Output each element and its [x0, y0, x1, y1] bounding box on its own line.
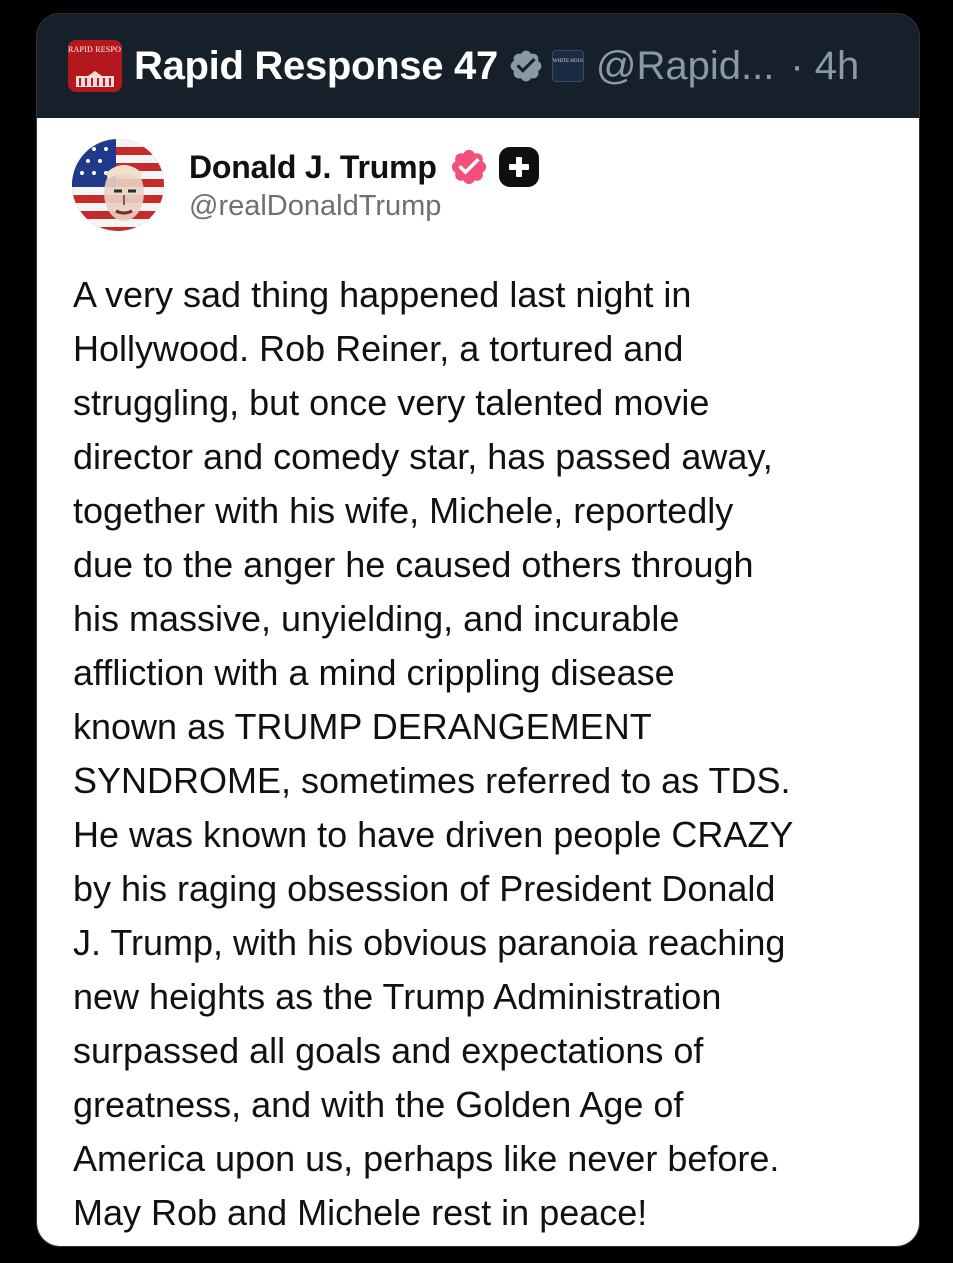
- verified-badge-pink-icon: [449, 147, 489, 187]
- post-text-line: due to the anger he caused others throug…: [73, 544, 754, 585]
- embedded-post-card: Donald J. Trump @realDonaldTrump A very …: [37, 118, 919, 1246]
- post-text-line: SYNDROME, sometimes referred to as TDS.: [73, 760, 791, 801]
- post-text-line: affliction with a mind crippling disease: [73, 652, 675, 693]
- post-timestamp[interactable]: · 4h: [790, 44, 859, 89]
- post-text-line: by his raging obsession of President Don…: [73, 868, 776, 909]
- post-text-line: director and comedy star, has passed awa…: [73, 436, 773, 477]
- logo-text: RAPID RESPONSE: [68, 45, 122, 54]
- affiliate-badge-text: WHITE HOUSE: [552, 59, 584, 64]
- verified-badge-gray-icon: [508, 48, 544, 84]
- post-text-line: known as TRUMP DERANGEMENT: [73, 706, 652, 747]
- post-text-line: his massive, unyielding, and incurable: [73, 598, 680, 639]
- rapid-response-logo-icon[interactable]: RAPID RESPONSE: [68, 40, 122, 92]
- post-body-text: A very sad thing happened last night in …: [73, 268, 903, 1240]
- post-text-line: A very sad thing happened last night in: [73, 274, 692, 315]
- post-frame[interactable]: RAPID RESPONSE Rapid Response 47 WHITE H…: [36, 13, 920, 1247]
- post-text-line: greatness, and with the Golden Age of: [73, 1084, 684, 1125]
- post-text-line: He was known to have driven people CRAZY: [73, 814, 794, 855]
- author-block: Donald J. Trump @realDonaldTrump: [189, 146, 539, 223]
- post-text-line: J. Trump, with his obvious paranoia reac…: [73, 922, 786, 963]
- author-handle[interactable]: @realDonaldTrump: [189, 190, 539, 223]
- post-text-line: America upon us, perhaps like never befo…: [73, 1138, 780, 1179]
- post-text-line: surpassed all goals and expectations of: [73, 1030, 704, 1071]
- author-name-row: Donald J. Trump: [189, 146, 539, 188]
- post-text-line: together with his wife, Michele, reporte…: [73, 490, 734, 531]
- post-text-line: Hollywood. Rob Reiner, a tortured and: [73, 328, 684, 369]
- post-text-line: May Rob and Michele rest in peace!: [73, 1192, 648, 1233]
- white-house-affiliate-badge-icon[interactable]: WHITE HOUSE: [551, 50, 584, 82]
- post-text-line: new heights as the Trump Administration: [73, 976, 722, 1017]
- post-text-line: struggling, but once very talented movie: [73, 382, 710, 423]
- author-name[interactable]: Donald J. Trump: [189, 149, 437, 186]
- post-header: RAPID RESPONSE Rapid Response 47 WHITE H…: [37, 14, 919, 118]
- plus-badge-icon: [498, 147, 539, 187]
- avatar-icon[interactable]: [72, 139, 164, 231]
- account-handle[interactable]: @Rapid...: [596, 44, 774, 89]
- account-name[interactable]: Rapid Response 47: [134, 44, 498, 89]
